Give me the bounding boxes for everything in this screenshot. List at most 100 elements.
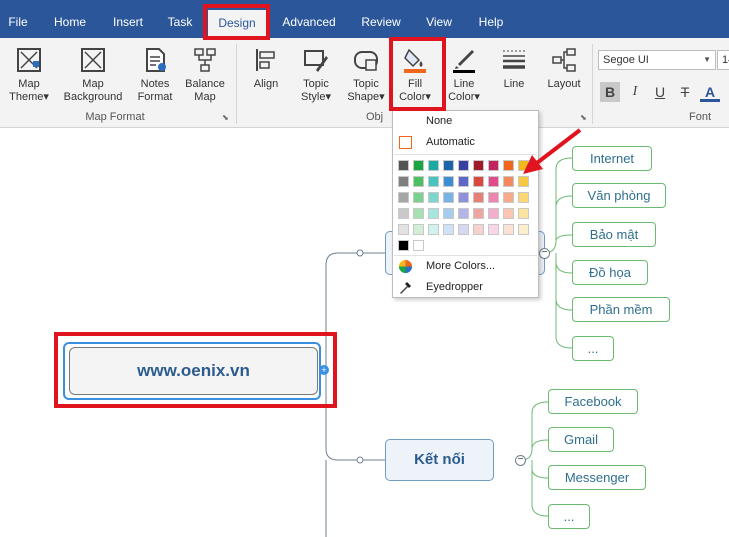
line-color-button[interactable]: Line Color▾ [442, 46, 486, 110]
color-swatch[interactable] [413, 176, 424, 187]
italic-button[interactable]: I [625, 82, 645, 102]
tab-view[interactable]: View [418, 0, 460, 38]
color-swatch[interactable] [398, 208, 409, 219]
topic-gmail[interactable]: Gmail [548, 427, 614, 452]
bold-button[interactable]: B [600, 82, 620, 102]
color-swatch[interactable] [458, 208, 469, 219]
map-background-button[interactable]: Map Background [58, 46, 128, 110]
color-swatch[interactable] [503, 192, 514, 203]
color-swatch[interactable] [473, 224, 484, 235]
color-swatch[interactable] [413, 192, 424, 203]
layout-button[interactable]: Layout [542, 46, 586, 110]
color-swatch[interactable] [458, 160, 469, 171]
color-swatch[interactable] [503, 160, 514, 171]
color-swatch[interactable] [503, 208, 514, 219]
add-topic-icon[interactable]: + [319, 365, 329, 375]
color-swatch[interactable] [518, 208, 529, 219]
color-swatch[interactable] [443, 192, 454, 203]
color-swatch[interactable] [488, 224, 499, 235]
color-swatch[interactable] [503, 176, 514, 187]
color-swatch[interactable] [473, 192, 484, 203]
tab-home[interactable]: Home [44, 0, 96, 38]
color-swatch[interactable] [428, 160, 439, 171]
tab-design[interactable]: Design [208, 10, 266, 38]
color-swatch[interactable] [488, 208, 499, 219]
dropdown-divider [394, 154, 537, 155]
topic-messenger[interactable]: Messenger [548, 465, 646, 490]
topic-more-lower[interactable]: ... [548, 504, 590, 529]
color-swatch[interactable] [428, 208, 439, 219]
color-swatch[interactable] [398, 160, 409, 171]
color-swatch[interactable] [398, 224, 409, 235]
fill-color-button[interactable]: Fill Color▾ [394, 46, 436, 110]
color-swatch[interactable] [413, 224, 424, 235]
color-swatch[interactable] [443, 224, 454, 235]
color-swatch[interactable] [488, 160, 499, 171]
color-swatch[interactable] [443, 208, 454, 219]
tab-insert[interactable]: Insert [102, 0, 154, 38]
color-swatch[interactable] [398, 192, 409, 203]
color-swatch[interactable] [488, 176, 499, 187]
topic-more-upper[interactable]: ... [572, 336, 614, 361]
color-swatch[interactable] [518, 160, 529, 171]
color-swatch[interactable] [458, 176, 469, 187]
color-swatch[interactable] [473, 160, 484, 171]
object-launcher-icon[interactable]: ⬊ [580, 113, 587, 122]
color-swatch[interactable] [413, 208, 424, 219]
strikethrough-button[interactable]: T [675, 82, 695, 102]
main-topic-ket-noi[interactable]: Kết nối [385, 439, 494, 481]
topic-facebook[interactable]: Facebook [548, 389, 638, 414]
color-swatch[interactable] [413, 240, 424, 251]
tab-advanced[interactable]: Advanced [276, 0, 342, 38]
line-color-icon [453, 50, 475, 73]
collapse-upper-icon[interactable]: − [539, 248, 550, 259]
root-topic[interactable]: www.oenix.vn [69, 347, 318, 395]
color-swatch[interactable] [443, 160, 454, 171]
font-size-select[interactable]: 14 [717, 50, 729, 70]
color-swatch[interactable] [503, 224, 514, 235]
color-swatch[interactable] [458, 224, 469, 235]
color-swatch[interactable] [473, 176, 484, 187]
color-swatch[interactable] [428, 176, 439, 187]
color-swatch[interactable] [473, 208, 484, 219]
color-swatch[interactable] [518, 224, 529, 235]
eyedropper-option[interactable]: Eyedropper [393, 277, 538, 297]
topic-style-button[interactable]: Topic Style▾ [294, 46, 338, 110]
align-button[interactable]: Align [244, 46, 288, 110]
fill-automatic-option[interactable]: Automatic [393, 132, 538, 152]
color-swatch[interactable] [413, 160, 424, 171]
color-swatch[interactable] [428, 192, 439, 203]
tab-file[interactable]: File [0, 0, 36, 38]
color-swatch[interactable] [488, 192, 499, 203]
mindmap-canvas[interactable]: www.oenix.vn + − Internet Văn phòng Bảo … [0, 129, 729, 537]
topic-shape-button[interactable]: Topic Shape▾ [344, 46, 388, 110]
color-swatch[interactable] [443, 176, 454, 187]
more-colors-option[interactable]: More Colors... [393, 256, 538, 276]
topic-internet[interactable]: Internet [572, 146, 652, 171]
color-swatch[interactable] [518, 176, 529, 187]
collapse-lower-icon[interactable]: − [515, 455, 526, 466]
topic-van-phong[interactable]: Văn phòng [572, 183, 666, 208]
tab-task[interactable]: Task [160, 0, 200, 38]
color-swatch[interactable] [398, 240, 409, 251]
font-color-button[interactable]: A [700, 82, 720, 102]
color-swatch[interactable] [458, 192, 469, 203]
line-button[interactable]: Line [492, 46, 536, 110]
notes-format-button[interactable]: Notes Format [132, 46, 178, 110]
color-swatch[interactable] [428, 224, 439, 235]
map-format-launcher-icon[interactable]: ⬊ [222, 113, 229, 122]
ribbon-separator [592, 44, 593, 124]
tab-review[interactable]: Review [354, 0, 408, 38]
fill-none-option[interactable]: None [393, 111, 538, 131]
topic-do-hoa[interactable]: Đồ họa [572, 260, 648, 285]
map-theme-button[interactable]: Map Theme▾ [6, 46, 52, 110]
topic-phan-mem[interactable]: Phần mềm [572, 297, 670, 322]
underline-button[interactable]: U [650, 82, 670, 102]
color-swatch[interactable] [518, 192, 529, 203]
balance-map-button[interactable]: Balance Map [182, 46, 228, 110]
tab-help[interactable]: Help [470, 0, 512, 38]
eyedropper-icon [400, 282, 411, 294]
font-family-select[interactable]: Segoe UI ▼ [598, 50, 716, 70]
topic-bao-mat[interactable]: Bảo mật [572, 222, 656, 247]
color-swatch[interactable] [398, 176, 409, 187]
